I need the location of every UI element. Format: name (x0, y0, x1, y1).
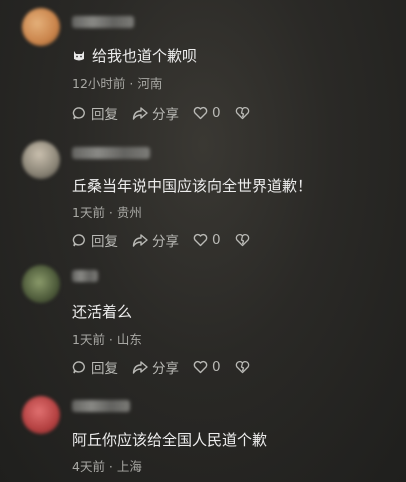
share-button[interactable]: 分享 (132, 230, 179, 250)
reply-label: 回复 (91, 361, 118, 377)
like-button[interactable]: 0 (193, 232, 221, 248)
like-count: 0 (212, 105, 221, 121)
share-button[interactable]: 分享 (132, 103, 179, 123)
reply-icon (72, 106, 85, 119)
dislike-icon (235, 106, 249, 120)
username-blurred[interactable] (72, 400, 130, 412)
reply-icon (72, 360, 85, 373)
reply-label: 回复 (91, 107, 118, 123)
avatar[interactable] (22, 265, 60, 303)
share-icon (132, 360, 148, 374)
cat-emoji-icon (74, 51, 84, 61)
dislike-button[interactable] (235, 233, 254, 247)
share-label: 分享 (152, 361, 179, 377)
username-blurred[interactable] (72, 270, 98, 282)
avatar[interactable] (22, 141, 60, 179)
username-blurred[interactable] (72, 16, 134, 28)
reply-button[interactable]: 回复 (72, 103, 118, 123)
like-icon (193, 233, 208, 247)
reply-icon (72, 233, 85, 246)
comment-actions: 回复 分享 0 (72, 103, 268, 123)
comment-meta: 1天前 · 贵州 (72, 205, 142, 220)
comment-meta: 1天前 · 山东 (72, 332, 142, 347)
username-blurred[interactable] (72, 147, 150, 159)
comment-meta: 4天前 · 上海 (72, 459, 142, 474)
reply-button[interactable]: 回复 (72, 357, 118, 377)
comment-actions: 回复 分享 0 (72, 230, 268, 250)
comment-meta: 12小时前 · 河南 (72, 76, 163, 91)
share-label: 分享 (152, 107, 179, 123)
comment-text: 给我也道个歉呗 (72, 45, 197, 66)
like-button[interactable]: 0 (193, 105, 221, 121)
comment-text: 阿丘你应该给全国人民道个歉 (72, 431, 268, 449)
like-count: 0 (212, 359, 221, 375)
dislike-button[interactable] (235, 360, 254, 374)
dislike-button[interactable] (235, 106, 254, 120)
reply-label: 回复 (91, 234, 118, 250)
reply-button[interactable]: 回复 (72, 230, 118, 250)
comment-text: 丘桑当年说中国应该向全世界道歉！ (72, 177, 313, 195)
comment-actions: 回复 分享 0 (72, 357, 268, 377)
comment-text: 还活着么 (72, 303, 133, 321)
like-icon (193, 360, 208, 374)
avatar[interactable] (22, 396, 60, 434)
dislike-icon (235, 233, 249, 247)
comment-text-content: 给我也道个歉呗 (92, 47, 198, 65)
avatar[interactable] (22, 8, 60, 46)
dislike-icon (235, 360, 249, 374)
share-icon (132, 233, 148, 247)
like-icon (193, 106, 208, 120)
share-button[interactable]: 分享 (132, 357, 179, 377)
share-label: 分享 (152, 234, 179, 250)
share-icon (132, 106, 148, 120)
like-button[interactable]: 0 (193, 359, 221, 375)
like-count: 0 (212, 232, 221, 248)
